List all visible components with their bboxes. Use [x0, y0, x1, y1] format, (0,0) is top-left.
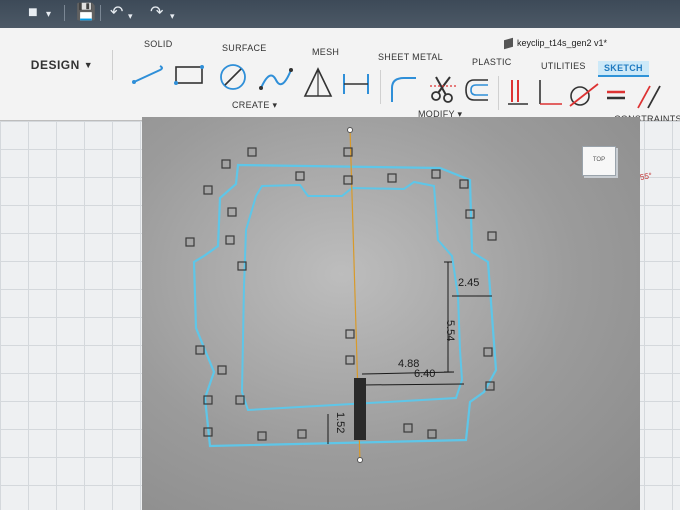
dimension-label[interactable]: 2.45 [458, 277, 479, 289]
dimension-label[interactable]: 1.52 [334, 412, 346, 433]
hatched-slot [354, 378, 366, 440]
viewcube-face-label: TOP [592, 157, 606, 163]
constraint-glyphs [185, 147, 497, 441]
dimension-label[interactable]: 5.54 [444, 320, 456, 341]
sketch-overlay[interactable] [0, 0, 680, 510]
viewcube[interactable]: TOP [582, 146, 616, 176]
dimension-label[interactable]: 6.40 [414, 368, 435, 380]
